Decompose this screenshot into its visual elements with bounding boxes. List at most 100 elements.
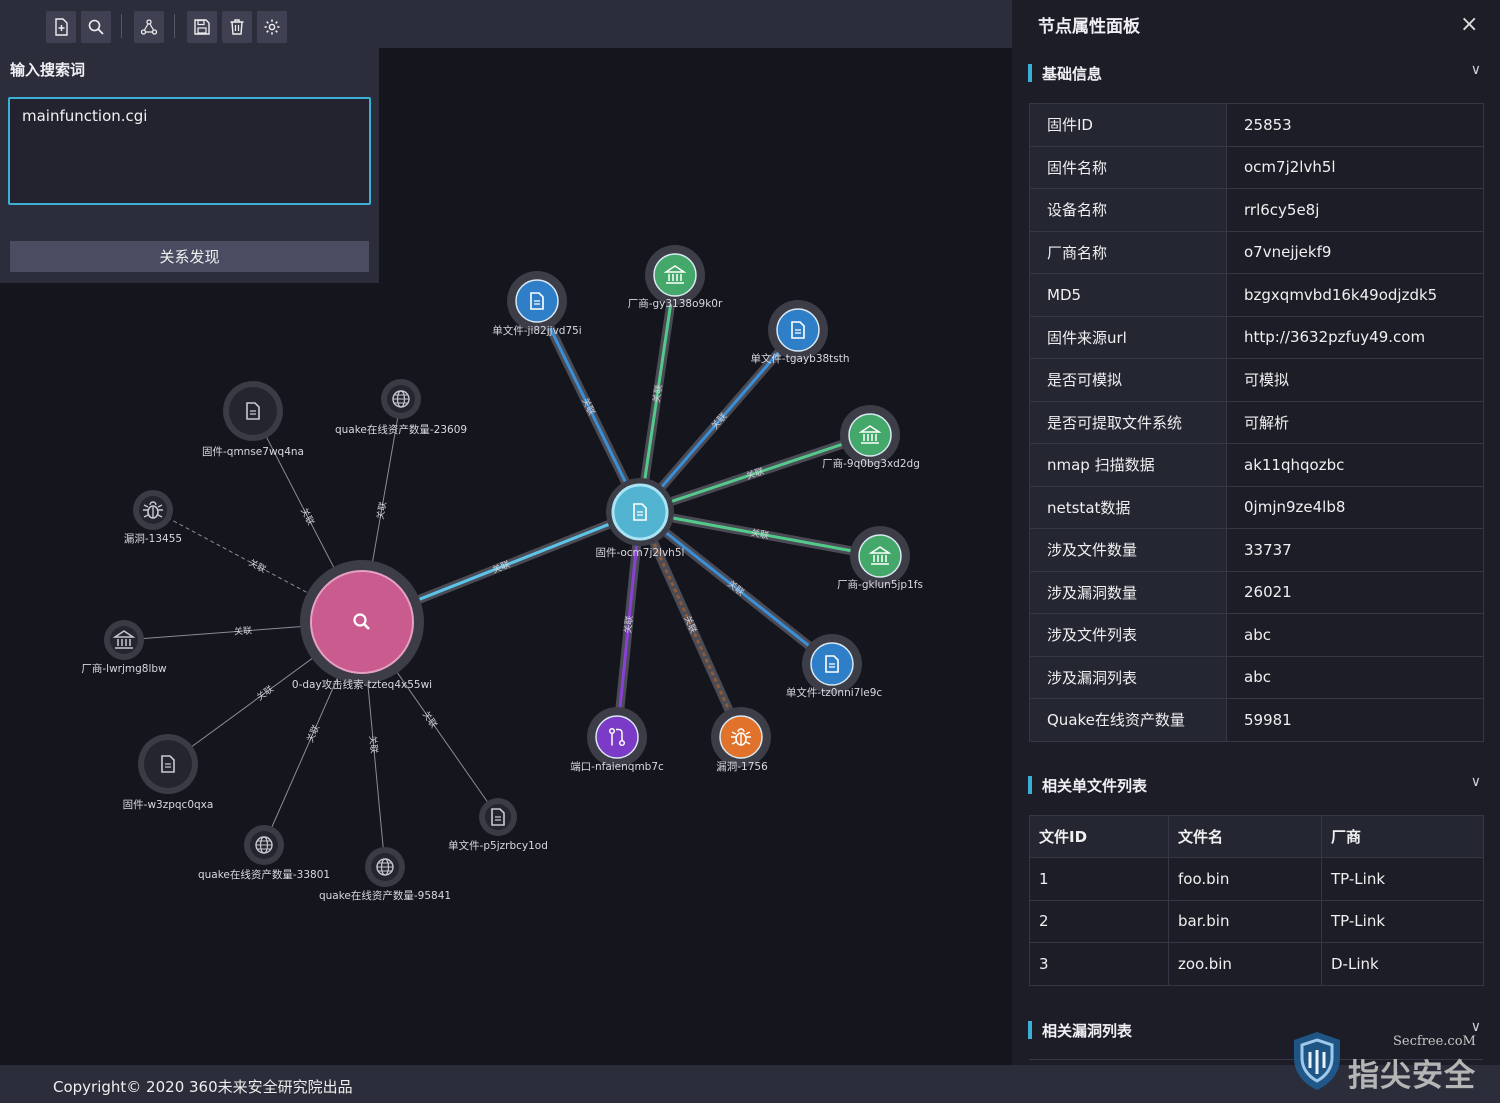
info-value: 0jmjn9ze4lb8 — [1226, 485, 1484, 529]
info-row: 固件ID 25853 — [1029, 103, 1484, 147]
node-circle — [848, 413, 892, 457]
edge-label: 关联 — [650, 384, 665, 404]
edge-label: 关联 — [745, 465, 766, 482]
node-circle — [858, 534, 902, 578]
node-label: 端口-nfaienqmb7c — [570, 760, 664, 773]
table-cell: 3 — [1029, 942, 1169, 986]
graph-node-n2[interactable]: 厂商-gy3138o9k0r — [628, 245, 723, 310]
table-row[interactable]: 3 zoo.bin D-Link — [1029, 942, 1484, 986]
info-row: Quake在线资产数量 59981 — [1029, 698, 1484, 742]
node-label: 厂商-9q0bg3xd2dg — [822, 457, 920, 470]
table-cell: TP-Link — [1321, 857, 1484, 901]
info-row: 固件来源url http://3632pzfuy49.com — [1029, 315, 1484, 359]
node-properties-panel: 节点属性面板 × 基础信息 ∨ 固件ID 25853 固件名称 ocm7j2lvh5l… — [1012, 0, 1500, 1103]
info-key: netstat数据 — [1029, 485, 1227, 529]
panel-title: 节点属性面板 — [1038, 17, 1140, 37]
node-label: 单文件-p5jzrbcy1od — [448, 839, 548, 852]
search-panel: 输入搜索词 关系发现 — [0, 48, 379, 283]
node-label: 漏洞-1756 — [716, 761, 768, 773]
info-key: 厂商名称 — [1029, 230, 1227, 274]
settings-icon[interactable] — [257, 11, 287, 43]
column-header: 文件ID — [1029, 815, 1169, 858]
info-row: nmap 扫描数据 ak11qhqozbc — [1029, 443, 1484, 487]
chevron-down-icon[interactable]: ∨ — [1471, 774, 1481, 790]
info-value: http://3632pzfuy49.com — [1226, 315, 1484, 359]
node-label: 单文件-tgayb38tsth — [750, 352, 849, 365]
info-key: 固件ID — [1029, 103, 1227, 147]
info-key: 涉及漏洞数量 — [1029, 570, 1227, 614]
node-circle — [595, 715, 639, 759]
node-circle — [653, 253, 697, 297]
table-row[interactable]: 2 bar.bin TP-Link — [1029, 899, 1484, 943]
info-row: 涉及文件列表 abc — [1029, 613, 1484, 657]
info-row: netstat数据 0jmjn9ze4lb8 — [1029, 485, 1484, 529]
table-cell: 2 — [1029, 899, 1169, 943]
search-icon[interactable] — [81, 11, 111, 43]
toolbar-divider — [121, 14, 122, 38]
edge-label: 关联 — [374, 501, 389, 521]
edge-label: 关联 — [234, 624, 253, 637]
info-value: abc — [1226, 613, 1484, 657]
section-label: 相关漏洞列表 — [1042, 1022, 1133, 1040]
node-label: quake在线资产数量-23609 — [335, 423, 467, 436]
node-label: 0-day攻击线索-tzteq4x55wi — [292, 678, 432, 691]
search-node-circle — [310, 570, 414, 674]
node-label: 厂商-lwrjmg8lbw — [81, 662, 167, 675]
info-key: 涉及文件列表 — [1029, 613, 1227, 657]
node-label: 固件-w3zpqc0qxa — [123, 799, 214, 811]
info-value: abc — [1226, 655, 1484, 699]
edge-label: 关联 — [254, 683, 276, 703]
info-value: ak11qhqozbc — [1226, 443, 1484, 487]
graph-node-center[interactable]: 固件-ocm7j2lvh5l — [596, 478, 685, 559]
chevron-down-icon[interactable]: ∨ — [1471, 62, 1481, 78]
info-value: 25853 — [1226, 103, 1484, 147]
section-basic-info[interactable]: 基础信息 ∨ — [1028, 62, 1483, 84]
info-row: 固件名称 ocm7j2lvh5l — [1029, 145, 1484, 189]
info-key: 是否可提取文件系统 — [1029, 400, 1227, 444]
edge-label: 关联 — [247, 556, 269, 575]
watermark-site: Secfree.coM — [1393, 1034, 1476, 1049]
info-value: 可模拟 — [1226, 358, 1484, 402]
search-title: 输入搜索词 — [10, 61, 86, 79]
close-icon[interactable]: × — [1460, 12, 1478, 37]
table-cell: bar.bin — [1168, 899, 1322, 943]
info-row: 涉及文件数量 33737 — [1029, 528, 1484, 572]
info-value: 26021 — [1226, 570, 1484, 614]
info-row: 涉及漏洞数量 26021 — [1029, 570, 1484, 614]
info-row: 是否可模拟 可模拟 — [1029, 358, 1484, 402]
graph-node-n4[interactable]: 厂商-9q0bg3xd2dg — [822, 405, 920, 470]
shield-icon — [1294, 1032, 1340, 1090]
info-key: nmap 扫描数据 — [1029, 443, 1227, 487]
info-value: rrl6cy5e8j — [1226, 188, 1484, 232]
related-files-table: 文件ID 文件名 厂商 1 foo.bin TP-Link 2 bar.bin TP-Li… — [1029, 815, 1484, 986]
table-cell: foo.bin — [1168, 857, 1322, 901]
info-value: bzgxqmvbd16k49odjzdk5 — [1226, 273, 1484, 317]
info-key: 固件来源url — [1029, 315, 1227, 359]
section-related-files[interactable]: 相关单文件列表 ∨ — [1028, 774, 1483, 796]
graph-node-n8[interactable]: 端口-nfaienqmb7c — [570, 707, 664, 773]
add-file-icon[interactable] — [46, 11, 76, 43]
info-key: 固件名称 — [1029, 145, 1227, 189]
node-label: 固件-ocm7j2lvh5l — [596, 547, 685, 559]
table-cell: D-Link — [1321, 942, 1484, 986]
node-label: 单文件-ji82jjvd75i — [492, 324, 581, 337]
table-cell: zoo.bin — [1168, 942, 1322, 986]
node-label: quake在线资产数量-33801 — [198, 868, 330, 881]
search-input[interactable] — [8, 97, 371, 205]
info-key: Quake在线资产数量 — [1029, 698, 1227, 742]
info-row: 厂商名称 o7vnejjekf9 — [1029, 230, 1484, 274]
edge-label: 关联 — [622, 615, 636, 634]
discover-relations-button[interactable]: 关系发现 — [10, 241, 369, 272]
graph-icon[interactable] — [134, 11, 164, 43]
table-row[interactable]: 1 foo.bin TP-Link — [1029, 857, 1484, 901]
app-window: 关联 关联 关联 关联 关联 关联 关联 关联 关联 关联 关联 关联 关联 关联 关联 关联 关联 固件-oc… — [0, 0, 1500, 1103]
column-header: 厂商 — [1321, 815, 1484, 858]
graph-node-n5[interactable]: 厂商-gklun5jp1fs — [837, 526, 923, 591]
save-icon[interactable] — [187, 11, 217, 43]
column-header: 文件名 — [1168, 815, 1322, 858]
table-cell: 1 — [1029, 857, 1169, 901]
delete-icon[interactable] — [222, 11, 252, 43]
info-key: 设备名称 — [1029, 188, 1227, 232]
node-label: 厂商-gklun5jp1fs — [837, 578, 923, 591]
watermark: Secfree.coM 指尖安全 — [1290, 1028, 1490, 1094]
